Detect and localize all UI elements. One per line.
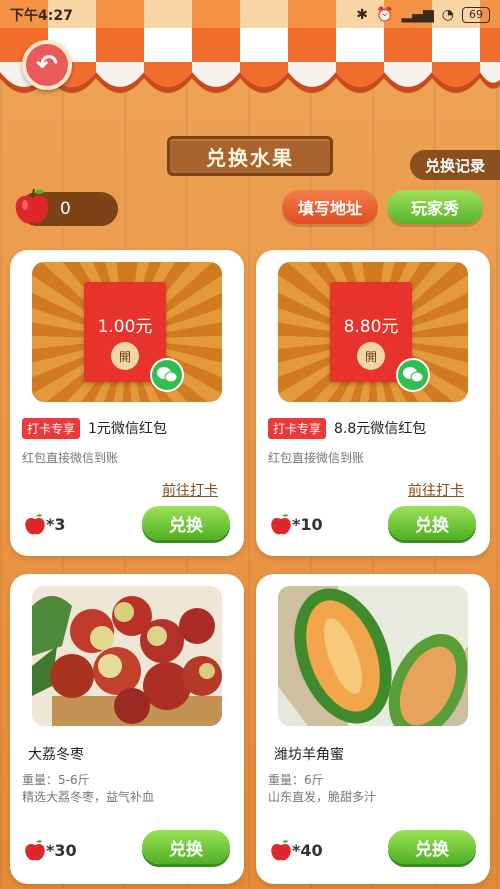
product-desc: 红包直接微信到账 — [268, 451, 365, 465]
go-checkin-link[interactable]: 前往打卡 — [162, 480, 218, 500]
exchange-history-button[interactable]: 兑换记录 — [410, 150, 500, 180]
product-name: 1元微信红包 — [88, 421, 167, 437]
back-button[interactable]: ↶ — [22, 40, 72, 90]
wifi-icon: ◔ — [441, 7, 454, 23]
product-card: 1.00元 開 打卡专享 1元微信红包 红包直接微信到账 前往打卡 *3 兑换 — [10, 250, 244, 556]
status-time: 下午4:27 — [10, 8, 73, 24]
product-desc: 精选大荔冬枣，益气补血 — [22, 790, 155, 804]
product-name: 潍坊羊角蜜 — [274, 747, 344, 763]
fill-address-button[interactable]: 填写地址 — [282, 190, 378, 224]
exchange-button[interactable]: 兑换 — [388, 830, 476, 864]
cost-value: *40 — [292, 840, 323, 860]
signal-icon: ▂▄▆ — [401, 7, 434, 23]
product-desc: 红包直接微信到账 — [22, 451, 119, 465]
product-cost: *30 — [24, 838, 77, 862]
product-image — [278, 586, 468, 726]
battery-indicator: 69 — [462, 7, 490, 23]
product-image — [32, 586, 222, 726]
wechat-icon — [396, 358, 430, 392]
exchange-button[interactable]: 兑换 — [142, 506, 230, 540]
jujube-photo — [32, 586, 222, 726]
product-cost: *40 — [270, 838, 323, 862]
melon-photo — [278, 586, 468, 726]
envelope-open-label: 開 — [357, 342, 385, 370]
bluetooth-icon: ✱ — [356, 7, 369, 23]
tag-badge: 打卡专享 — [268, 418, 327, 439]
envelope-open-label: 開 — [111, 342, 139, 370]
envelope-amount: 8.80元 — [343, 317, 399, 337]
product-desc: 山东直发，脆甜多汁 — [268, 790, 377, 804]
exchange-button[interactable]: 兑换 — [388, 506, 476, 540]
product-weight: 重量：5-6斤 — [22, 773, 90, 787]
back-arrow-icon: ↶ — [36, 50, 58, 80]
product-card: 潍坊羊角蜜 重量：6斤 山东直发，脆甜多汁 *40 兑换 — [256, 574, 490, 884]
product-card: 8.80元 開 打卡专享 8.8元微信红包 红包直接微信到账 前往打卡 *10 … — [256, 250, 490, 556]
cost-value: *3 — [46, 514, 66, 534]
cost-value: *30 — [46, 840, 77, 860]
product-image: 8.80元 開 — [278, 262, 468, 402]
product-name: 大荔冬枣 — [28, 747, 84, 763]
go-checkin-link[interactable]: 前往打卡 — [408, 480, 464, 500]
tag-badge: 打卡专享 — [22, 418, 81, 439]
apple-icon — [25, 514, 45, 535]
wechat-icon — [150, 358, 184, 392]
alarm-icon: ⏰ — [376, 7, 394, 23]
product-card: 大荔冬枣 重量：5-6斤 精选大荔冬枣，益气补血 *30 兑换 — [10, 574, 244, 884]
product-image: 1.00元 開 — [32, 262, 222, 402]
apple-icon — [271, 840, 291, 861]
product-cost: *10 — [270, 512, 323, 536]
page-title: 兑换水果 — [167, 136, 333, 176]
envelope-amount: 1.00元 — [97, 317, 153, 337]
product-cost: *3 — [24, 512, 66, 536]
status-bar: 下午4:27 ✱ ⏰ ▂▄▆ ◔ 69 — [0, 0, 500, 30]
balance-count: 0 — [60, 199, 71, 219]
cost-value: *10 — [292, 514, 323, 534]
player-show-button[interactable]: 玩家秀 — [387, 190, 483, 224]
product-weight: 重量：6斤 — [268, 773, 324, 787]
exchange-button[interactable]: 兑换 — [142, 830, 230, 864]
apple-icon — [15, 188, 49, 224]
apple-icon — [271, 514, 291, 535]
apple-balance: 0 — [15, 188, 118, 226]
apple-icon — [25, 840, 45, 861]
product-name: 8.8元微信红包 — [334, 421, 427, 437]
